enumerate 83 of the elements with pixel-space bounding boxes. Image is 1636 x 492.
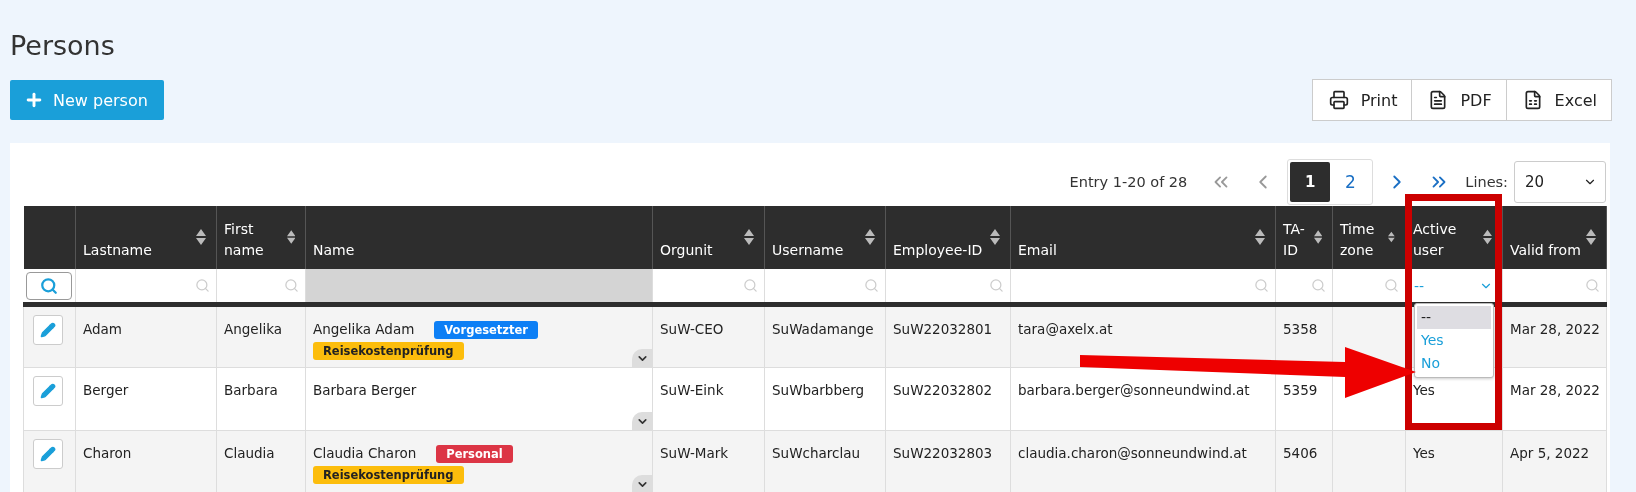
sort-icon[interactable] xyxy=(744,227,754,246)
search-icon xyxy=(195,278,210,293)
sort-icon[interactable] xyxy=(990,227,1000,246)
cell-text: SuW-Eink xyxy=(660,382,724,398)
cell-text: claudia.charon@sonneundwind.at xyxy=(1018,445,1247,461)
lines-select[interactable]: 20 xyxy=(1514,161,1606,203)
pencil-icon xyxy=(40,446,56,462)
page-button[interactable]: 1 xyxy=(1290,162,1331,202)
cell-text: Mar 28, 2022 xyxy=(1510,382,1600,398)
person-name: Barbara Berger xyxy=(313,381,417,400)
column-header[interactable]: Email xyxy=(1010,206,1276,269)
plus-icon xyxy=(24,90,44,110)
role-tag: Personal xyxy=(436,444,513,463)
edit-button[interactable] xyxy=(33,439,63,469)
search-button[interactable] xyxy=(25,271,72,300)
cell-text: Yes xyxy=(1413,445,1435,461)
column-header[interactable]: Username xyxy=(764,206,886,269)
cell-text: SuW22032802 xyxy=(893,382,993,398)
sort-icon[interactable] xyxy=(1586,227,1596,246)
cell-text: SuWcharclau xyxy=(772,445,860,461)
pencil-icon xyxy=(40,322,56,338)
column-header[interactable]: Time zone xyxy=(1332,206,1406,269)
sort-icon[interactable] xyxy=(1255,227,1265,246)
sort-icon[interactable] xyxy=(1483,227,1492,246)
export-button[interactable]: Print xyxy=(1311,79,1413,121)
export-button[interactable]: Excel xyxy=(1505,79,1612,121)
printer-icon xyxy=(1328,90,1349,110)
role-tag: Reisekostenprüfung xyxy=(313,466,464,484)
cell-text: 5359 xyxy=(1283,382,1318,398)
search-icon xyxy=(284,278,299,293)
search-icon xyxy=(1254,278,1269,293)
expand-button[interactable] xyxy=(632,349,652,367)
header-cell xyxy=(23,206,76,269)
cell-text: Charon xyxy=(83,445,132,461)
cell-text: SuW-CEO xyxy=(660,321,724,337)
person-name: Angelika Adam xyxy=(313,320,415,339)
dropdown-option[interactable]: -- xyxy=(1417,306,1491,329)
export-button[interactable]: PDF xyxy=(1411,79,1507,121)
cell-text: SuWadamange xyxy=(772,321,874,337)
column-header[interactable]: Employee-ID xyxy=(885,206,1011,269)
column-header[interactable]: Lastname xyxy=(75,206,217,269)
cell-text: Berger xyxy=(83,382,129,398)
cell-text: SuW22032803 xyxy=(893,445,993,461)
cell-text: Adam xyxy=(83,321,122,337)
cell-text: Angelika xyxy=(224,321,283,337)
cell-text: Apr 5, 2022 xyxy=(1510,445,1590,461)
search-icon xyxy=(1384,278,1399,293)
pencil-icon xyxy=(40,383,56,399)
entry-summary: Entry 1-20 of 28 xyxy=(1069,174,1188,190)
role-tag: Vorgesetzter xyxy=(434,320,538,339)
cell-text: tara@axelx.at xyxy=(1018,321,1113,337)
column-header[interactable]: Name xyxy=(305,206,653,269)
column-header[interactable]: TA-ID xyxy=(1275,206,1333,269)
edit-button[interactable] xyxy=(33,376,63,406)
cell-text: Yes xyxy=(1413,382,1435,398)
cell-text: Mar 28, 2022 xyxy=(1510,321,1600,337)
document-icon xyxy=(1428,90,1449,110)
cell-text: SuW22032801 xyxy=(893,321,993,337)
cell-text: SuWbarbberg xyxy=(772,382,865,398)
sort-icon[interactable] xyxy=(196,227,206,246)
search-icon xyxy=(39,276,58,295)
cell-text: Claudia xyxy=(224,445,275,461)
person-name: Claudia Charon xyxy=(313,444,417,463)
column-header[interactable]: First name xyxy=(216,206,306,269)
edit-button[interactable] xyxy=(33,315,63,345)
cell-text: 5358 xyxy=(1283,321,1318,337)
search-icon xyxy=(864,278,879,293)
column-header[interactable]: Orgunit xyxy=(652,206,765,269)
sort-icon[interactable] xyxy=(865,227,875,246)
expand-button[interactable] xyxy=(632,412,652,430)
cell-text: 5406 xyxy=(1283,445,1318,461)
cell-text: SuW-Mark xyxy=(660,445,729,461)
search-icon xyxy=(1585,278,1600,293)
search-icon xyxy=(743,278,758,293)
page-title: Persons xyxy=(10,30,116,61)
search-icon xyxy=(1311,278,1326,293)
search-icon xyxy=(989,278,1004,293)
role-tag: Reisekostenprüfung xyxy=(313,342,464,360)
lines-label: Lines: xyxy=(1465,174,1508,190)
expand-button[interactable] xyxy=(632,475,652,492)
column-header[interactable]: Valid from xyxy=(1502,206,1607,269)
cell-text: Barbara xyxy=(224,382,278,398)
cell-text: barbara.berger@sonneundwind.at xyxy=(1018,382,1250,398)
